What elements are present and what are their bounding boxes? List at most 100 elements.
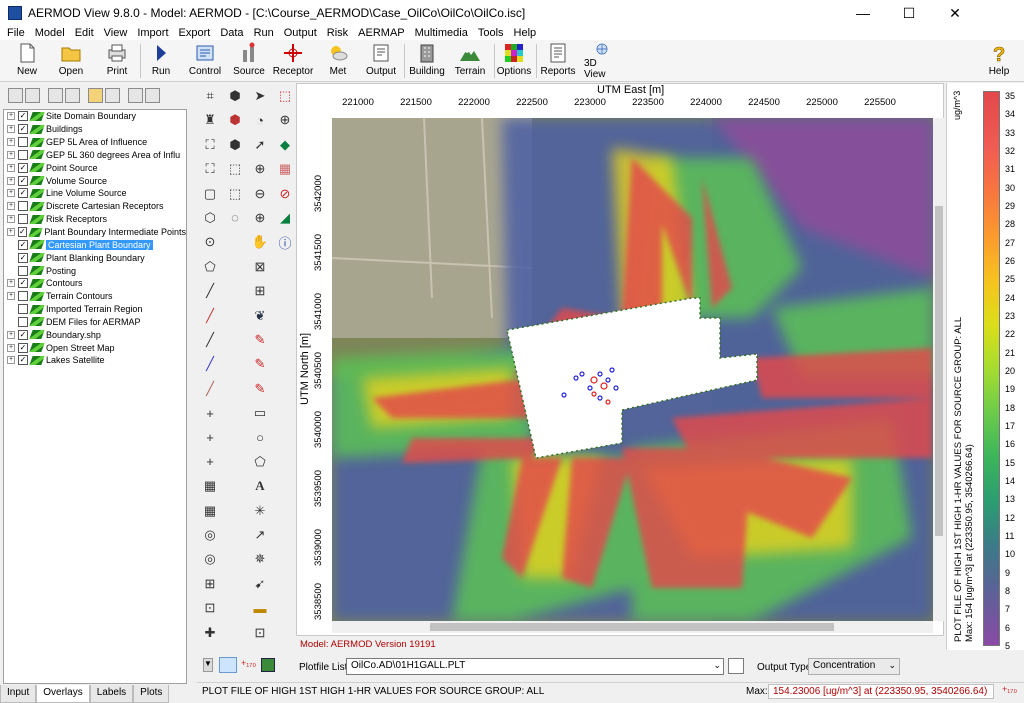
layer-checkbox[interactable]: ✓ xyxy=(18,175,28,186)
print-button[interactable]: Print xyxy=(102,42,132,80)
layer-item[interactable]: Posting xyxy=(4,264,186,277)
expand-icon[interactable]: + xyxy=(7,279,15,288)
layer-item[interactable]: Imported Terrain Region xyxy=(4,303,186,316)
3d-view-button[interactable]: 3D View xyxy=(584,42,620,80)
layer-checkbox[interactable]: ✓ xyxy=(18,329,28,340)
cross-icon[interactable]: + xyxy=(200,403,220,423)
expand-icon[interactable]: + xyxy=(7,138,15,147)
openpit-icon[interactable]: ▢ xyxy=(200,184,220,204)
pointer-plus-icon[interactable]: ➚ xyxy=(250,135,270,155)
stamp-icon[interactable] xyxy=(128,87,143,103)
layer-checkbox[interactable] xyxy=(18,137,28,148)
circle-icon[interactable]: ○ xyxy=(250,427,270,447)
layer-item[interactable]: DEM Files for AERMAP xyxy=(4,316,186,329)
arrow-icon[interactable]: ↗ xyxy=(250,525,270,545)
lock-icon[interactable] xyxy=(88,87,103,103)
menu-run[interactable]: Run xyxy=(249,27,279,39)
tab-plots[interactable]: Plots xyxy=(133,685,170,703)
expand-icon[interactable]: + xyxy=(7,356,15,365)
layer-item[interactable]: + ✓ Open Street Map xyxy=(4,341,186,354)
expand-icon[interactable]: + xyxy=(7,112,15,121)
layer-checkbox[interactable] xyxy=(18,214,28,225)
layer-checkbox[interactable]: ✓ xyxy=(18,342,28,353)
plotfile-browse-icon[interactable] xyxy=(728,658,744,674)
scale-bar-icon[interactable]: ▬ xyxy=(250,598,270,618)
zoom-extent-icon[interactable]: ⊠ xyxy=(250,257,270,277)
pointer-icon[interactable]: ➤ xyxy=(250,86,270,106)
box-dotted-icon[interactable]: ⬚ xyxy=(225,159,245,179)
grid-outline-icon[interactable]: ▦ xyxy=(200,501,220,521)
expand-icon[interactable]: + xyxy=(7,150,15,159)
nested-grid-icon[interactable]: ⊞ xyxy=(200,574,220,594)
box-red-icon[interactable]: ⬢ xyxy=(225,110,245,130)
dropdown-arrow-icon[interactable]: ▼ xyxy=(203,658,213,672)
layer-item[interactable]: + ✓ Plant Boundary Intermediate Points xyxy=(4,226,186,239)
freeform-icon[interactable]: ⬠ xyxy=(250,452,270,472)
color-grid-icon[interactable]: ▦ xyxy=(275,159,295,179)
box-select-icon[interactable]: ⬚ xyxy=(225,184,245,204)
expand-icon[interactable]: + xyxy=(7,330,15,339)
export-contour-icon[interactable] xyxy=(261,658,275,672)
menu-help[interactable]: Help xyxy=(509,27,542,39)
layer-checkbox[interactable]: ✓ xyxy=(18,162,28,173)
menu-risk[interactable]: Risk xyxy=(322,27,353,39)
receptor-grid-icon[interactable]: ⊡ xyxy=(200,598,220,618)
polar-grid-icon[interactable]: ◎ xyxy=(200,525,220,545)
no-zoom-icon[interactable]: ⊘ xyxy=(275,184,295,204)
plotfile-select[interactable]: OilCo.AD\01H1GALL.PLT ⌄ xyxy=(346,658,724,675)
menu-view[interactable]: View xyxy=(99,27,133,39)
site-domain-icon[interactable]: ⌗ xyxy=(200,86,220,106)
cross-plus-icon[interactable]: ✚ xyxy=(200,623,220,643)
map-horizontal-scrollbar[interactable] xyxy=(332,621,933,633)
brown-line-icon[interactable]: ╱ xyxy=(200,379,220,399)
menu-export[interactable]: Export xyxy=(174,27,216,39)
stack-icon[interactable]: ♜ xyxy=(200,110,220,130)
control-button[interactable]: Control xyxy=(188,42,222,80)
compass-icon[interactable]: ✵ xyxy=(250,549,270,569)
marker-icon[interactable]: ✎ xyxy=(250,354,270,374)
layer-item[interactable]: + Terrain Contours xyxy=(4,290,186,303)
tab-overlays[interactable]: Overlays xyxy=(36,685,90,703)
center-icon[interactable]: ⊕ xyxy=(250,208,270,228)
zoom-out-icon[interactable]: ⊖ xyxy=(250,184,270,204)
layer-item[interactable]: + GEP 5L Area of Influence xyxy=(4,136,186,149)
layers-icon[interactable]: ◆ xyxy=(275,135,295,155)
met-button[interactable]: Met xyxy=(324,42,352,80)
contour-fill-icon[interactable] xyxy=(219,657,237,673)
layer-item[interactable]: ✓ Cartesian Plant Boundary xyxy=(4,238,186,251)
menu-data[interactable]: Data xyxy=(215,27,248,39)
expand-icon[interactable]: + xyxy=(7,343,15,352)
pan-hand-icon[interactable]: ✋ xyxy=(250,232,270,252)
map-canvas[interactable] xyxy=(332,118,933,621)
layer-item[interactable]: + Discrete Cartesian Receptors xyxy=(4,200,186,213)
move-down-icon[interactable] xyxy=(8,87,23,103)
line-icon[interactable]: ╱ xyxy=(200,330,220,350)
select-box-icon[interactable]: ⬚ xyxy=(275,86,295,106)
menu-file[interactable]: File xyxy=(2,27,30,39)
line-source-icon[interactable]: ╱ xyxy=(200,281,220,301)
expand-icon[interactable]: + xyxy=(7,292,15,301)
reports-button[interactable]: Reports xyxy=(540,42,576,80)
grid-icon[interactable]: ▦ xyxy=(200,476,220,496)
menu-output[interactable]: Output xyxy=(279,27,322,39)
area-source-icon[interactable]: ⛶ xyxy=(200,135,220,155)
north-arrow-icon[interactable]: ➹ xyxy=(250,574,270,594)
vscroll-thumb[interactable] xyxy=(935,206,943,536)
expand-icon[interactable]: + xyxy=(7,176,15,185)
pointer-select-icon[interactable]: ◔ xyxy=(250,110,270,130)
hscroll-thumb[interactable] xyxy=(430,623,834,631)
menu-aermap[interactable]: AERMAP xyxy=(353,27,409,39)
info-icon[interactable]: ⓘ xyxy=(275,232,295,252)
new-button[interactable]: New xyxy=(12,42,42,80)
layer-item[interactable]: + ✓ Volume Source xyxy=(4,174,186,187)
tab-input[interactable]: Input xyxy=(0,685,37,703)
map-vertical-scrollbar[interactable] xyxy=(933,118,945,621)
pencil-icon[interactable]: ✎ xyxy=(250,330,270,350)
layer-item[interactable]: + ✓ Contours xyxy=(4,277,186,290)
profile-icon[interactable]: ◢ xyxy=(275,208,295,228)
polar-grid-2-icon[interactable]: ◎ xyxy=(200,549,220,569)
menu-edit[interactable]: Edit xyxy=(70,27,99,39)
cross-line-icon[interactable]: + xyxy=(200,427,220,447)
layer-checkbox[interactable]: ✓ xyxy=(18,278,28,289)
status-label-icon[interactable]: +₁₇₀ xyxy=(1002,684,1018,699)
